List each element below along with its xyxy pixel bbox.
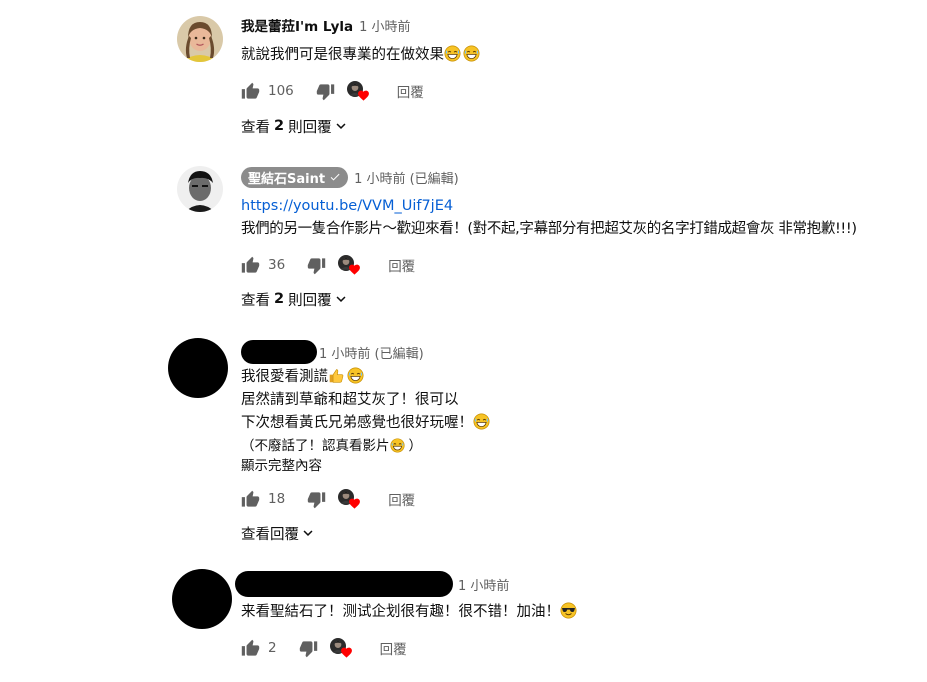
comment-header: 我是蕾菈I'm Lyla 1 小時前 bbox=[241, 14, 480, 36]
grinning-sweat-emoji bbox=[347, 367, 364, 384]
timestamp[interactable]: 1 小時前 (已編輯) bbox=[354, 168, 459, 187]
like-count: 106 bbox=[268, 83, 294, 99]
thumbs-up-emoji bbox=[328, 367, 345, 384]
view-replies-prefix: 查看 bbox=[241, 119, 270, 136]
thumb-down-icon[interactable] bbox=[299, 639, 318, 658]
show-more-button[interactable]: 顯示完整內容 bbox=[241, 457, 490, 475]
reply-button[interactable]: 回覆 bbox=[388, 255, 415, 275]
comment-line-text: 我很愛看測謊 bbox=[241, 369, 328, 385]
redacted-author-name bbox=[241, 340, 317, 364]
author-name: 聖結石Saint bbox=[248, 171, 326, 187]
comment-text: 我很愛看測謊 居然請到草爺和超艾灰了！很可以 下次想看黃氏兄弟感覺也很好玩喔！ … bbox=[241, 366, 490, 475]
chevron-down-icon bbox=[332, 117, 350, 135]
view-replies-prefix: 查看 bbox=[241, 292, 270, 309]
thumb-down-icon[interactable] bbox=[307, 256, 326, 275]
view-replies-button[interactable]: 查看回覆 bbox=[241, 521, 490, 545]
action-bar: 106 回覆 bbox=[241, 77, 480, 105]
action-bar: 18 回覆 bbox=[241, 485, 490, 513]
thumb-up-icon[interactable] bbox=[241, 490, 260, 509]
action-bar: 2 回覆 bbox=[235, 634, 577, 662]
verified-check-icon bbox=[330, 173, 340, 181]
avatar[interactable] bbox=[177, 166, 223, 212]
comment-header: 1 小時前 bbox=[235, 569, 577, 599]
view-replies-button[interactable]: 查看 2 則回覆 bbox=[241, 287, 857, 311]
author-name[interactable]: 我是蕾菈I'm Lyla bbox=[241, 15, 353, 35]
chevron-down-icon bbox=[299, 524, 317, 542]
comment-header: 1 小時前 (已編輯) bbox=[241, 338, 490, 366]
chevron-down-icon bbox=[332, 290, 350, 308]
comment-line: 来看聖結石了！测试企划很有趣！很不错！加油！ bbox=[241, 604, 560, 620]
avatar[interactable] bbox=[168, 338, 228, 398]
comment-line: 我很愛看測謊 bbox=[241, 366, 490, 389]
reply-button[interactable]: 回覆 bbox=[388, 489, 415, 509]
avatar[interactable] bbox=[172, 569, 232, 629]
comment-line: 就說我們可是很專業的在做效果 bbox=[241, 47, 444, 63]
like-count: 36 bbox=[268, 257, 286, 273]
channel-owner-badge[interactable]: 聖結石Saint bbox=[241, 166, 349, 188]
comment-line-end: ） bbox=[408, 438, 423, 454]
grinning-sweat-emoji bbox=[444, 45, 461, 62]
timestamp[interactable]: 1 小時前 bbox=[458, 575, 509, 594]
reply-button[interactable]: 回覆 bbox=[397, 81, 424, 101]
video-link[interactable]: https://youtu.be/VVM_Uif7jE4 bbox=[241, 195, 857, 218]
like-count: 2 bbox=[268, 640, 277, 656]
reply-count: 2 bbox=[274, 291, 285, 307]
grinning-sweat-emoji bbox=[473, 413, 490, 430]
comment-line-text: （不廢話了！認真看影片 bbox=[241, 438, 390, 454]
thumb-up-icon[interactable] bbox=[241, 639, 260, 658]
creator-heart-icon bbox=[338, 487, 362, 511]
sunglasses-emoji bbox=[560, 602, 577, 619]
view-replies-suffix: 則回覆 bbox=[288, 119, 332, 136]
comment-text: 来看聖結石了！测试企划很有趣！很不错！加油！ bbox=[235, 601, 577, 624]
thumb-up-icon[interactable] bbox=[241, 82, 260, 101]
creator-heart-icon bbox=[347, 79, 371, 103]
redacted-author-name bbox=[235, 571, 453, 597]
timestamp[interactable]: 1 小時前 bbox=[359, 16, 410, 35]
comment-line: 下次想看黃氏兄弟感覺也很好玩喔！ bbox=[241, 412, 490, 435]
grinning-sweat-emoji bbox=[463, 45, 480, 62]
view-replies-suffix: 則回覆 bbox=[288, 292, 332, 309]
like-count: 18 bbox=[268, 491, 286, 507]
comment-text: 就說我們可是很專業的在做效果 bbox=[241, 44, 480, 67]
thumb-down-icon[interactable] bbox=[307, 490, 326, 509]
comment-line: （不廢話了！認真看影片 ） bbox=[241, 435, 490, 457]
creator-heart-icon bbox=[330, 636, 354, 660]
creator-heart-icon bbox=[338, 253, 362, 277]
timestamp[interactable]: 1 小時前 (已編輯) bbox=[319, 343, 424, 362]
action-bar: 36 回覆 bbox=[241, 251, 857, 279]
reply-button[interactable]: 回覆 bbox=[380, 638, 407, 658]
avatar[interactable] bbox=[177, 16, 223, 62]
comment-header: 聖結石Saint 1 小時前 (已編輯) bbox=[241, 166, 857, 188]
thumb-down-icon[interactable] bbox=[316, 82, 335, 101]
grinning-sweat-emoji bbox=[390, 438, 405, 453]
view-replies-label: 查看回覆 bbox=[241, 526, 299, 543]
comment-line: 居然請到草爺和超艾灰了！很可以 bbox=[241, 392, 459, 408]
comment-line-text: 下次想看黃氏兄弟感覺也很好玩喔！ bbox=[241, 415, 473, 431]
thumb-up-icon[interactable] bbox=[241, 256, 260, 275]
view-replies-button[interactable]: 查看 2 則回覆 bbox=[241, 114, 480, 138]
reply-count: 2 bbox=[274, 118, 285, 134]
comment-line: 我們的另一隻合作影片～歡迎來看！(對不起,字幕部分有把超艾灰的名字打錯成超會灰 … bbox=[241, 221, 857, 237]
